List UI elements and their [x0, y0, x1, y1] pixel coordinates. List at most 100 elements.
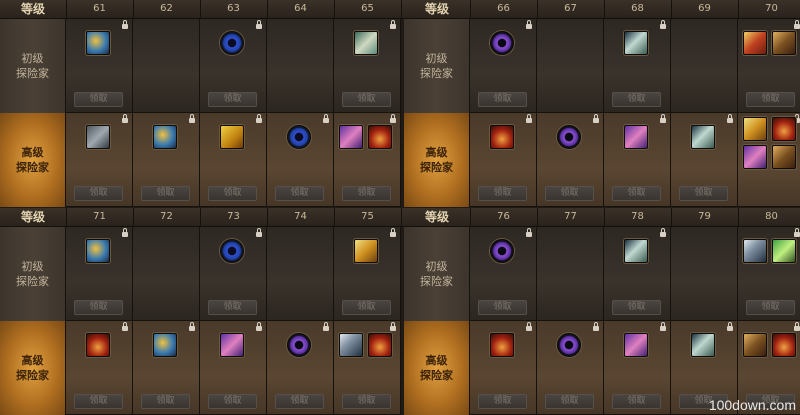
ring-blue-icon[interactable]: [220, 31, 244, 55]
claim-button[interactable]: 领取: [679, 186, 728, 201]
level-number: 73: [200, 208, 268, 226]
tier-label-line: 高级: [21, 146, 44, 159]
claim-button[interactable]: 领取: [208, 300, 257, 315]
claim-button[interactable]: 领取: [545, 394, 594, 409]
tier-label-advanced-explorer: 高级 探险家: [404, 321, 470, 415]
claim-button[interactable]: 领取: [746, 92, 795, 107]
ring-purple-icon[interactable]: [557, 333, 581, 357]
claim-button[interactable]: 领取: [74, 92, 123, 107]
claim-button[interactable]: 领取: [342, 394, 391, 409]
lock-icon: [660, 20, 666, 29]
tier-label-line: 初级: [425, 260, 448, 273]
tier-label-line: 初级: [21, 260, 44, 273]
lock-icon: [727, 114, 733, 123]
claim-button[interactable]: 领取: [74, 300, 123, 315]
sword-icon[interactable]: [743, 239, 767, 263]
ring-blue-icon[interactable]: [220, 239, 244, 263]
reward-cell: 领取: [470, 227, 537, 321]
claim-button[interactable]: 领取: [74, 186, 123, 201]
gem-icon[interactable]: [339, 125, 363, 149]
claim-button[interactable]: 领取: [342, 300, 391, 315]
fire-icon[interactable]: [86, 333, 110, 357]
claim-button[interactable]: 领取: [74, 394, 123, 409]
gem-icon[interactable]: [220, 333, 244, 357]
claim-button[interactable]: 领取: [342, 186, 391, 201]
claim-button[interactable]: 领取: [478, 300, 527, 315]
book-icon[interactable]: [624, 239, 648, 263]
tier-label-line: 初级: [425, 52, 448, 65]
lock-icon: [526, 322, 532, 331]
reward-cell: 领取: [66, 113, 133, 207]
claim-button[interactable]: 领取: [275, 394, 324, 409]
reward-cell: 领取: [66, 227, 133, 321]
gem-icon[interactable]: [743, 145, 767, 169]
ring-purple-icon[interactable]: [490, 31, 514, 55]
claim-button[interactable]: 领取: [612, 92, 661, 107]
gold-icon[interactable]: [743, 117, 767, 141]
claim-button[interactable]: 领取: [612, 300, 661, 315]
reward-cell: 领取: [133, 113, 200, 207]
fire-icon[interactable]: [368, 333, 392, 357]
scroll-icon[interactable]: [153, 333, 177, 357]
lime-icon[interactable]: [772, 239, 796, 263]
claim-button[interactable]: 领取: [478, 186, 527, 201]
tier-label-basic-explorer: 初级 探险家: [404, 19, 470, 113]
tier-label-advanced-explorer: 高级 探险家: [404, 113, 470, 207]
claim-button[interactable]: 领取: [141, 186, 190, 201]
lock-icon: [122, 322, 128, 331]
gift-icon[interactable]: [743, 31, 767, 55]
book-icon[interactable]: [624, 31, 648, 55]
gem-icon[interactable]: [624, 125, 648, 149]
level-number: 71: [66, 208, 134, 226]
claim-button[interactable]: 领取: [208, 92, 257, 107]
claim-button[interactable]: 领取: [478, 394, 527, 409]
tier-label-line: 探险家: [16, 275, 49, 288]
relic-icon[interactable]: [772, 145, 796, 169]
sword-icon[interactable]: [339, 333, 363, 357]
gold-icon[interactable]: [354, 239, 378, 263]
ring-purple-icon[interactable]: [557, 125, 581, 149]
crate-icon[interactable]: [86, 125, 110, 149]
claim-button[interactable]: 领取: [141, 394, 190, 409]
ring-blue-icon[interactable]: [287, 125, 311, 149]
map-icon[interactable]: [354, 31, 378, 55]
chest-icon[interactable]: [220, 125, 244, 149]
level-number: 67: [537, 0, 605, 18]
ring-purple-icon[interactable]: [490, 239, 514, 263]
claim-button[interactable]: 领取: [612, 186, 661, 201]
fire-icon[interactable]: [490, 125, 514, 149]
claim-button[interactable]: 领取: [746, 300, 795, 315]
fire-icon[interactable]: [772, 117, 796, 141]
reward-cell: 领取: [604, 227, 671, 321]
claim-button[interactable]: 领取: [612, 394, 661, 409]
gem-icon[interactable]: [624, 333, 648, 357]
lock-icon: [660, 228, 666, 237]
book-icon[interactable]: [691, 333, 715, 357]
tier-label-line: 初级: [21, 52, 44, 65]
scroll-icon[interactable]: [86, 239, 110, 263]
reward-cell: [267, 227, 334, 321]
claim-button[interactable]: 领取: [275, 186, 324, 201]
lock-icon: [122, 114, 128, 123]
relic-icon[interactable]: [772, 31, 796, 55]
claim-button[interactable]: 领取: [208, 394, 257, 409]
relic-icon[interactable]: [743, 333, 767, 357]
claim-button[interactable]: 领取: [478, 92, 527, 107]
fire-icon[interactable]: [490, 333, 514, 357]
reward-cell: [537, 227, 604, 321]
level-number: 77: [537, 208, 605, 226]
reward-cell: 领取: [334, 113, 401, 207]
fire-icon[interactable]: [772, 333, 796, 357]
ring-purple-icon[interactable]: [287, 333, 311, 357]
book-icon[interactable]: [691, 125, 715, 149]
claim-button[interactable]: 领取: [342, 92, 391, 107]
level-header-row: 等级 71 72 73 74 75 等级 76 77 78 79 80: [0, 208, 800, 227]
scroll-icon[interactable]: [153, 125, 177, 149]
fire-icon[interactable]: [368, 125, 392, 149]
scroll-icon[interactable]: [86, 31, 110, 55]
claim-button[interactable]: 领取: [208, 186, 257, 201]
reward-cell: 领取: [267, 113, 334, 207]
claim-button[interactable]: 领取: [545, 186, 594, 201]
reward-cell: 领取: [537, 113, 604, 207]
lock-icon: [122, 20, 128, 29]
